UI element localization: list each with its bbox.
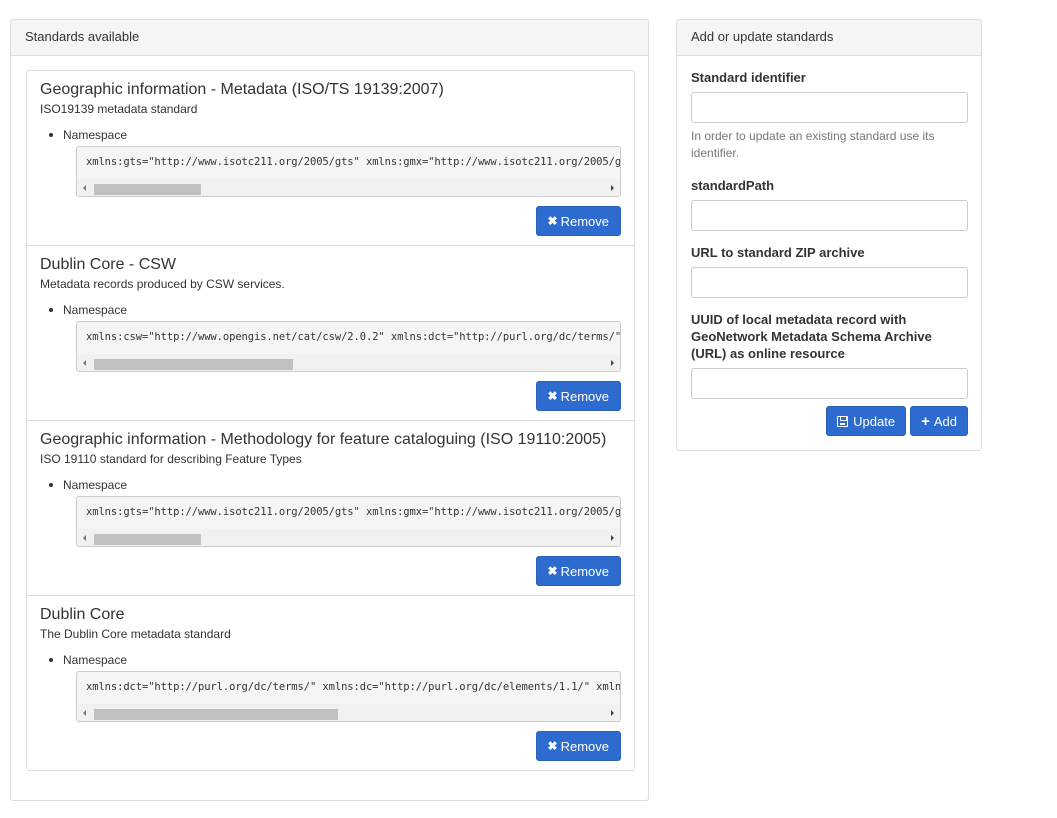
horizontal-scrollbar[interactable] [77,179,620,196]
namespace-list: Namespace [40,477,621,493]
panel-heading: Add or update standards [677,20,981,56]
add-update-standards-panel: Add or update standards Standard identif… [676,19,982,451]
scrollbar-thumb[interactable] [94,184,201,195]
scroll-right-arrow-icon[interactable] [611,185,614,191]
standard-item: Geographic information - Methodology for… [27,421,634,596]
form-actions: Update + Add [826,406,968,436]
zip-url-label: URL to standard ZIP archive [691,245,865,260]
namespace-list: Namespace [40,127,621,143]
standards-list: Geographic information - Metadata (ISO/T… [26,70,635,771]
bullet-icon [49,133,53,137]
uuid-input[interactable] [691,368,968,399]
namespace-list-item: Namespace [49,477,621,493]
standard-path-label: standardPath [691,178,775,193]
namespace-list-item: Namespace [49,302,621,318]
scroll-left-arrow-icon[interactable] [83,185,86,191]
standard-identifier-input[interactable] [691,92,968,123]
namespace-code: xmlns:gts="http://www.isotc211.org/2005/… [86,506,621,518]
scroll-right-arrow-icon[interactable] [611,710,614,716]
add-label: Add [933,413,957,429]
uuid-label: UUID of local metadata record with GeoNe… [691,312,932,361]
namespace-label: Namespace [63,303,128,317]
remove-button[interactable]: ✖ Remove [535,556,621,586]
namespace-code-box[interactable]: xmlns:csw="http://www.opengis.net/cat/cs… [76,321,621,372]
namespace-list-item: Namespace [49,127,621,143]
standard-path-input[interactable] [691,200,968,231]
standard-description: The Dublin Core metadata standard [40,627,231,641]
scroll-right-arrow-icon[interactable] [611,535,614,541]
standard-item: Dublin Core - CSW Metadata records produ… [27,246,634,421]
floppy-disk-icon [837,415,849,427]
standard-item: Dublin Core The Dublin Core metadata sta… [27,596,634,770]
bullet-icon [49,308,53,312]
namespace-code-box[interactable]: xmlns:gts="http://www.isotc211.org/2005/… [76,146,621,197]
namespace-code-box[interactable]: xmlns:dct="http://purl.org/dc/terms/" xm… [76,671,621,722]
bullet-icon [49,483,53,487]
namespace-label: Namespace [63,478,128,492]
standard-description: ISO 19110 standard for describing Featur… [40,452,302,466]
remove-label: Remove [560,738,609,754]
standards-available-panel: Standards available Geographic informati… [10,19,649,801]
scroll-right-arrow-icon[interactable] [611,360,614,366]
standard-identifier-help: In order to update an existing standard … [691,129,935,160]
scroll-left-arrow-icon[interactable] [83,360,86,366]
update-label: Update [853,413,896,429]
scroll-left-arrow-icon[interactable] [83,710,86,716]
scroll-left-arrow-icon[interactable] [83,535,86,541]
standard-item: Geographic information - Metadata (ISO/T… [27,71,634,246]
standard-title: Dublin Core [40,606,125,623]
namespace-label: Namespace [63,653,128,667]
namespace-code-box[interactable]: xmlns:gts="http://www.isotc211.org/2005/… [76,496,621,547]
standard-identifier-label: Standard identifier [691,70,806,85]
namespace-list: Namespace [40,302,621,318]
update-button[interactable]: Update [826,406,907,436]
remove-label: Remove [560,388,609,404]
horizontal-scrollbar[interactable] [77,354,620,371]
remove-button[interactable]: ✖ Remove [535,731,621,761]
namespace-list-item: Namespace [49,652,621,668]
namespace-code: xmlns:csw="http://www.opengis.net/cat/cs… [86,331,621,343]
namespace-list: Namespace [40,652,621,668]
namespace-label: Namespace [63,128,128,142]
remove-label: Remove [560,213,609,229]
standard-description: Metadata records produced by CSW service… [40,277,285,291]
scrollbar-thumb[interactable] [94,359,293,370]
zip-url-input[interactable] [691,267,968,298]
remove-button[interactable]: ✖ Remove [535,381,621,411]
namespace-code: xmlns:dct="http://purl.org/dc/terms/" xm… [86,681,621,693]
namespace-code: xmlns:gts="http://www.isotc211.org/2005/… [86,156,621,168]
bullet-icon [49,658,53,662]
plus-icon: + [921,412,930,430]
horizontal-scrollbar[interactable] [77,704,620,721]
times-icon: ✖ [547,389,558,403]
add-button[interactable]: + Add [910,406,968,436]
standard-title: Dublin Core - CSW [40,256,177,273]
times-icon: ✖ [547,564,558,578]
standard-description: ISO19139 metadata standard [40,102,198,116]
scrollbar-thumb[interactable] [94,709,338,720]
standard-form: Standard identifier In order to update a… [691,69,968,399]
standard-title: Geographic information - Methodology for… [40,431,607,448]
horizontal-scrollbar[interactable] [77,529,620,546]
remove-button[interactable]: ✖ Remove [535,206,621,236]
scrollbar-thumb[interactable] [94,534,201,545]
standard-title: Geographic information - Metadata (ISO/T… [40,81,444,98]
times-icon: ✖ [547,214,558,228]
panel-heading: Standards available [11,20,648,56]
times-icon: ✖ [547,739,558,753]
remove-label: Remove [560,563,609,579]
